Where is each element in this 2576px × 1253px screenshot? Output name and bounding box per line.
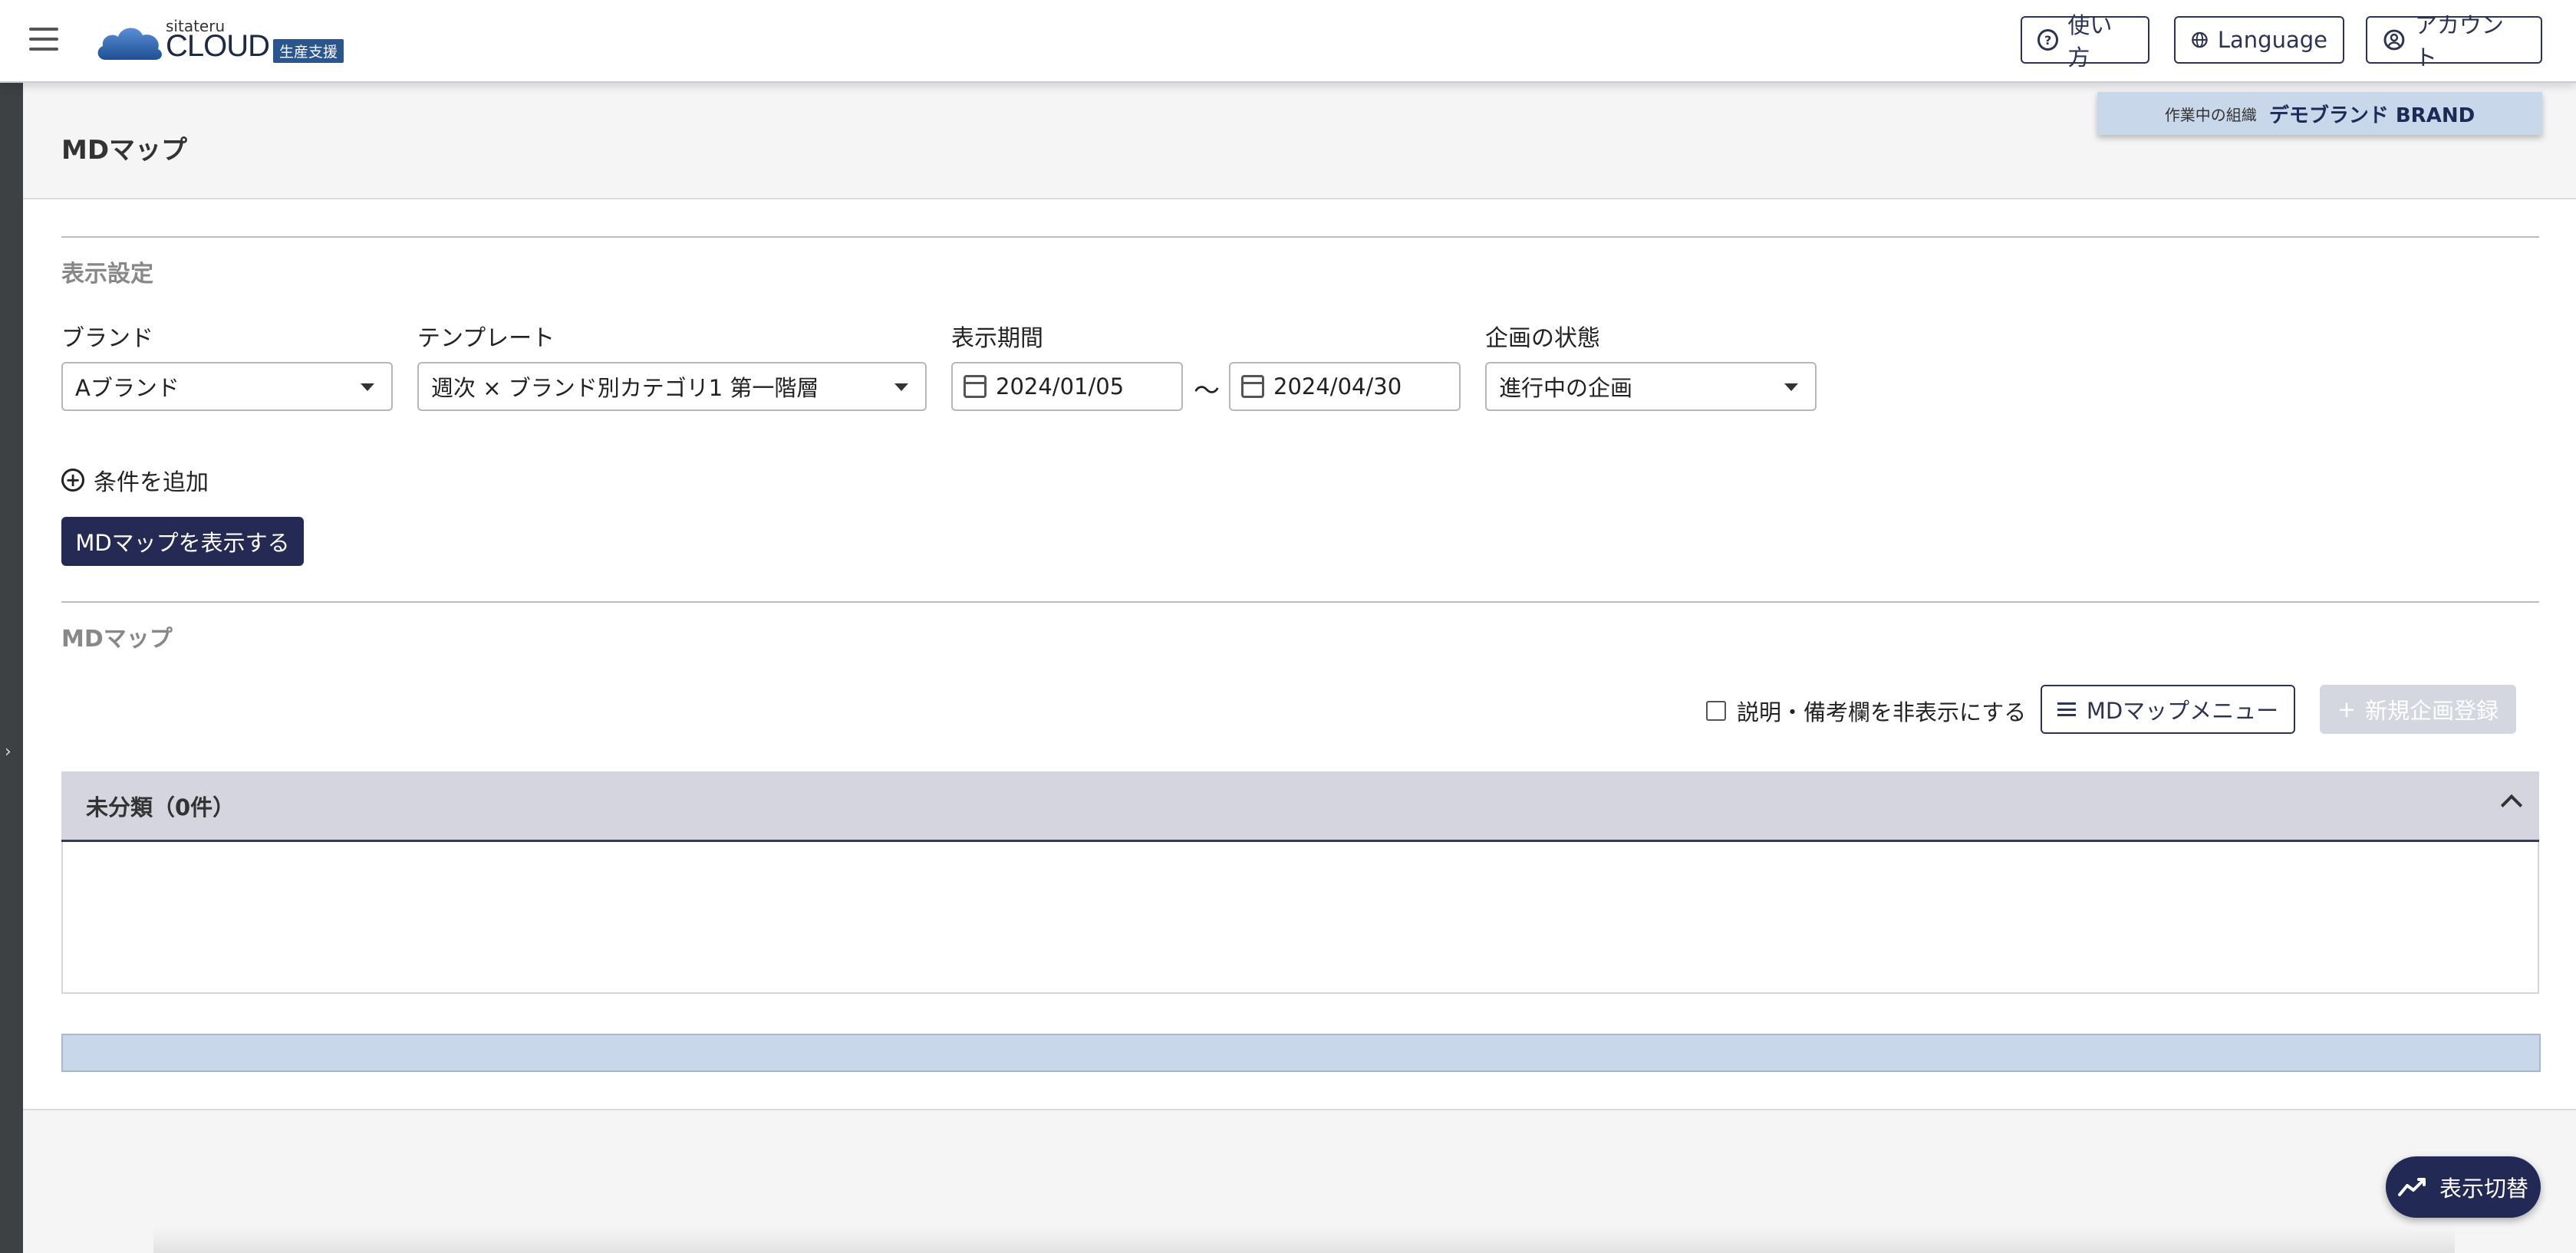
org-name: デモブランド BRAND <box>2268 104 2476 127</box>
caret-down-icon <box>894 383 908 391</box>
display-settings-title: 表示設定 <box>61 261 153 288</box>
user-circle-icon <box>2383 29 2405 51</box>
md-map-section-title: MDマップ <box>61 626 173 653</box>
account-button[interactable]: アカウント <box>2366 12 2542 71</box>
caret-down-icon <box>361 383 374 391</box>
hamburger-menu-icon[interactable] <box>29 28 58 51</box>
template-select-value: 週次 × ブランド別カテゴリ1 第一階層 <box>431 375 819 401</box>
template-label: テンプレート <box>417 325 555 352</box>
md-map-menu-button[interactable]: MDマップメニュー <box>2041 685 2295 734</box>
plus-circle-icon: + <box>61 469 84 492</box>
app-logo[interactable]: sitateru CLOUD 生産支援 <box>95 17 356 64</box>
new-plan-label: 新規企画登録 <box>2365 698 2499 724</box>
hide-notes-label: 説明・備考欄を非表示にする <box>1737 699 2027 725</box>
hide-notes-toggle[interactable]: 説明・備考欄を非表示にする <box>1706 695 2026 727</box>
logo-main-text: CLOUD <box>166 29 270 63</box>
uncategorized-accordion-body <box>61 842 2539 994</box>
help-button[interactable]: ? 使い方 <box>2021 12 2149 71</box>
period-separator: 〜 <box>1194 376 1220 406</box>
calendar-icon <box>1241 375 1264 398</box>
period-label: 表示期間 <box>951 325 1043 352</box>
show-md-map-button[interactable]: MDマップを表示する <box>61 517 304 566</box>
bottom-shadow <box>153 1227 2455 1253</box>
trend-line-icon <box>2397 1178 2426 1196</box>
org-label: 作業中の組織 <box>2164 105 2257 124</box>
caret-down-icon <box>1784 383 1798 391</box>
plus-icon: + <box>2337 696 2357 722</box>
account-button-label: アカウント <box>2414 12 2504 71</box>
md-map-menu-label: MDマップメニュー <box>2086 698 2279 724</box>
accordion-title: 未分類（0件） <box>86 794 236 821</box>
uncategorized-accordion-header[interactable]: 未分類（0件） <box>61 771 2539 842</box>
period-start-value: 2024/01/05 <box>996 373 1125 400</box>
divider <box>61 236 2539 238</box>
calendar-icon <box>964 375 987 398</box>
language-button[interactable]: Language <box>2174 16 2344 64</box>
status-select[interactable]: 進行中の企画 <box>1485 362 1817 411</box>
new-plan-button[interactable]: + 新規企画登録 <box>2320 685 2516 734</box>
question-icon: ? <box>2037 29 2059 51</box>
period-start-input[interactable]: 2024/01/05 <box>951 362 1183 411</box>
period-end-input[interactable]: 2024/04/30 <box>1229 362 1461 411</box>
status-label: 企画の状態 <box>1485 325 1600 352</box>
side-rail[interactable]: › <box>0 83 23 1253</box>
add-condition-label: 条件を追加 <box>94 469 209 496</box>
md-map-footer-bar <box>61 1034 2541 1072</box>
status-select-value: 進行中の企画 <box>1499 375 1633 401</box>
list-icon <box>2057 702 2076 716</box>
hide-notes-checkbox[interactable] <box>1706 701 1726 721</box>
app-header: sitateru CLOUD 生産支援 ? 使い方 Language アカウント <box>0 0 2576 83</box>
brand-select-value: Aブランド <box>75 375 180 401</box>
logo-badge: 生産支援 <box>273 39 344 63</box>
current-organization: 作業中の組織 デモブランド BRAND <box>2097 92 2542 135</box>
add-condition-button[interactable]: + 条件を追加 <box>61 463 209 497</box>
page-title: MDマップ <box>61 135 188 166</box>
cloud-logo-icon <box>97 28 162 60</box>
chevron-up-icon[interactable] <box>2500 794 2523 817</box>
period-end-value: 2024/04/30 <box>1273 373 1402 400</box>
language-button-label: Language <box>2217 27 2327 53</box>
toggle-view-button[interactable]: 表示切替 <box>2386 1156 2541 1218</box>
chevron-right-icon[interactable]: › <box>5 742 12 761</box>
brand-label: ブランド <box>61 325 153 352</box>
brand-select[interactable]: Aブランド <box>61 362 393 411</box>
help-button-label: 使い方 <box>2067 12 2113 71</box>
template-select[interactable]: 週次 × ブランド別カテゴリ1 第一階層 <box>417 362 927 411</box>
toggle-view-label: 表示切替 <box>2439 1176 2528 1202</box>
main-content: 表示設定 ブランド Aブランド テンプレート 週次 × ブランド別カテゴリ1 第… <box>23 199 2576 1110</box>
globe-icon <box>2192 31 2208 48</box>
divider <box>61 601 2539 603</box>
